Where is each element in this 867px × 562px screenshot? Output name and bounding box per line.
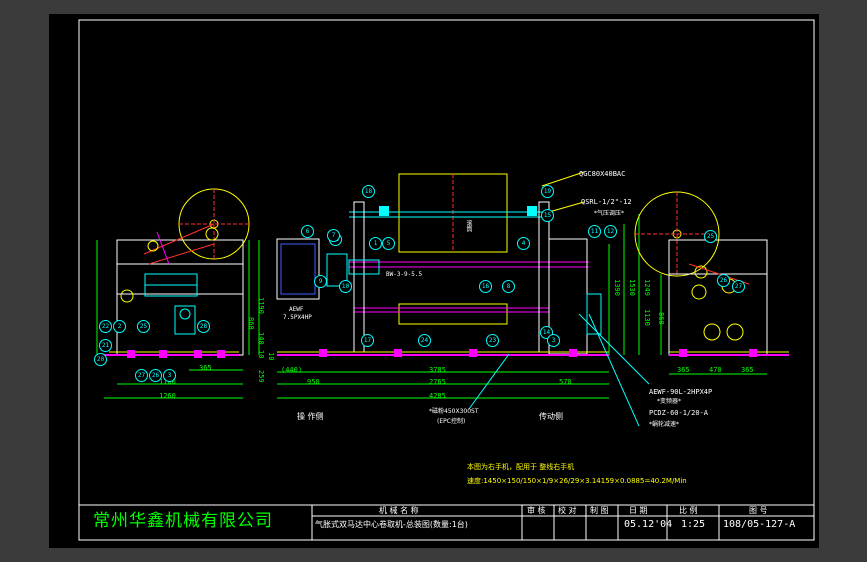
company-name: 常州华鑫机械有限公司 bbox=[93, 511, 273, 531]
callout-front-view-15: 15 bbox=[541, 209, 554, 222]
callout-front-view-17: 17 bbox=[361, 334, 374, 347]
callout-left-view-28: 28 bbox=[197, 320, 210, 333]
dim-front-3785: 3785 bbox=[429, 366, 446, 374]
right-side-view bbox=[634, 191, 789, 375]
callout-front-view-9: 9 bbox=[314, 275, 327, 288]
callout-left-view-3: 3 bbox=[163, 369, 176, 382]
callout-left-view-25: 25 bbox=[137, 320, 150, 333]
header-check: 校 对 bbox=[558, 506, 577, 515]
label-pcd: PCDZ-60-1/20-A bbox=[649, 409, 709, 417]
dim-left-365: 365 bbox=[199, 364, 212, 372]
drawing-scale: 1:25 bbox=[681, 519, 706, 530]
dim-front-1130: 1130 bbox=[643, 309, 651, 326]
dim-front-1249: 1249 bbox=[643, 279, 651, 296]
callout-front-view-19: 19 bbox=[541, 185, 554, 198]
dim-left-1260: 1260 bbox=[159, 392, 176, 400]
note-line-2: 速度:1450×150/150×1/9×26/29×3.14159×0.0885… bbox=[467, 477, 687, 485]
callout-left-view-27: 27 bbox=[135, 369, 148, 382]
machine-name: 气胀式双马达中心卷取机-总装图(数量:1台) bbox=[315, 520, 468, 529]
dim-right-365a: 365 bbox=[677, 366, 690, 374]
callout-front-view-16: 16 bbox=[479, 280, 492, 293]
machine-name-header: 机 械 名 称 bbox=[379, 506, 419, 515]
dim-left-140: 140 bbox=[257, 332, 265, 345]
dim-right-470: 470 bbox=[709, 366, 722, 374]
sheet-border bbox=[78, 19, 815, 541]
callout-front-view-24: 24 bbox=[418, 334, 431, 347]
dim-right-860: 860 bbox=[657, 312, 665, 325]
callout-front-view-10: 10 bbox=[339, 280, 352, 293]
dim-left-10b: 10 bbox=[267, 352, 275, 361]
dim-left-1190: 1190 bbox=[257, 297, 265, 314]
callout-front-view-4: 4 bbox=[517, 237, 530, 250]
callout-right-view-26: 26 bbox=[717, 274, 730, 287]
callout-front-view-11: 11 bbox=[588, 225, 601, 238]
header-date: 日 期 bbox=[629, 506, 648, 515]
label-motor-power: 7.5PX4HP bbox=[283, 314, 312, 321]
callout-right-view-25: 25 bbox=[704, 230, 717, 243]
callout-front-view-7: 7 bbox=[327, 229, 340, 242]
label-motor: AEWF bbox=[289, 306, 304, 313]
dim-front-4285: 4285 bbox=[429, 392, 446, 400]
dim-front-1390: 1390 bbox=[613, 279, 621, 296]
label-operation-side: 操 作侧 bbox=[297, 412, 324, 421]
dim-front-1530: 1530 bbox=[628, 279, 636, 296]
callout-left-view-2: 2 bbox=[113, 320, 126, 333]
header-scale: 比 例 bbox=[679, 506, 698, 515]
label-roller: 滚筒 bbox=[465, 220, 472, 232]
dim-left-860: 860 bbox=[247, 317, 255, 330]
label-reducer: BW-3-9-5.5 bbox=[386, 271, 423, 278]
callout-front-view-12: 12 bbox=[604, 225, 617, 238]
callout-front-view-23: 23 bbox=[486, 334, 499, 347]
label-motor2-note: *变频器* bbox=[657, 398, 682, 405]
label-pcd-note: *蜗轮减速* bbox=[649, 421, 680, 428]
callout-front-view-5: 5 bbox=[382, 237, 395, 250]
label-drive-side: 传动侧 bbox=[539, 412, 563, 421]
assembly-drawing bbox=[78, 19, 815, 541]
callout-left-view-26: 26 bbox=[149, 369, 162, 382]
callout-left-view-22: 22 bbox=[99, 320, 112, 333]
callout-front-view-3: 3 bbox=[547, 334, 560, 347]
label-epc2: (EPC控制) bbox=[437, 418, 466, 425]
callout-front-view-6: 6 bbox=[301, 225, 314, 238]
callout-left-view-21: 21 bbox=[99, 339, 112, 352]
header-draw: 制 图 bbox=[590, 506, 609, 515]
drawing-date: 05.12'04 bbox=[624, 519, 673, 530]
label-brake-note: *气压调压* bbox=[594, 210, 625, 217]
dim-left-10: 10 bbox=[257, 350, 265, 359]
callout-front-view-1: 1 bbox=[369, 237, 382, 250]
callout-left-view-20: 20 bbox=[94, 353, 107, 366]
dim-front-570: 570 bbox=[559, 378, 572, 386]
header-review: 审 核 bbox=[527, 506, 546, 515]
dim-front-2765: 2765 bbox=[429, 378, 446, 386]
drawing-number: 108/05-127-A bbox=[723, 519, 796, 530]
callout-front-view-18: 18 bbox=[362, 185, 375, 198]
callout-front-view-8: 8 bbox=[502, 280, 515, 293]
left-side-view bbox=[96, 188, 260, 399]
dim-right-365b: 365 bbox=[741, 366, 754, 374]
cad-viewport: 常州华鑫机械有限公司 机 械 名 称 气胀式双马达中心卷取机-总装图(数量:1台… bbox=[0, 0, 867, 562]
header-drawing-no: 图 号 bbox=[749, 506, 768, 515]
dim-front-950: 950 bbox=[307, 378, 320, 386]
callout-right-view-27: 27 bbox=[732, 280, 745, 293]
drawing-sheet: 常州华鑫机械有限公司 机 械 名 称 气胀式双马达中心卷取机-总装图(数量:1台… bbox=[49, 14, 819, 548]
dim-front-440: (440) bbox=[281, 366, 303, 374]
label-air-valve: QSRL-1/2"-12 bbox=[581, 198, 632, 206]
note-line-1: 本图为右手机，配用于 整线右手机 bbox=[467, 463, 575, 471]
label-air-cylinder: QGC80X40BAC bbox=[579, 170, 626, 178]
label-epc: *磁粉450X300ST bbox=[429, 408, 479, 415]
dim-left-259: 259 bbox=[257, 370, 265, 383]
label-motor2: AEWF-90L-2HPX4P bbox=[649, 388, 713, 396]
